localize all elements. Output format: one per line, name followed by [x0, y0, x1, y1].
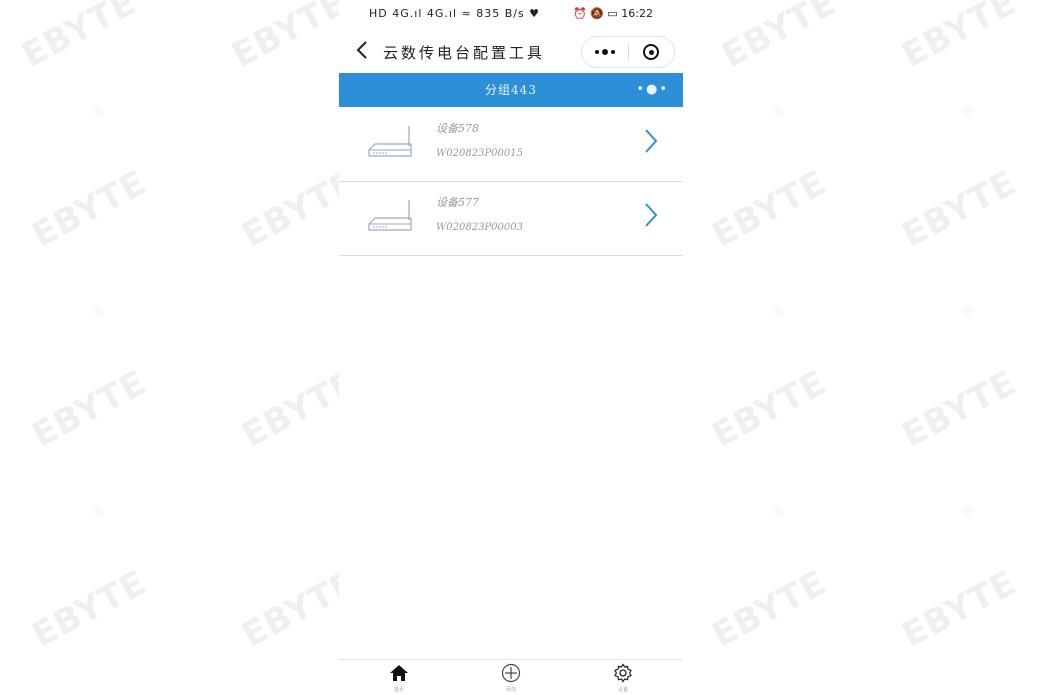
watermark-text: EBYTE — [895, 562, 1024, 656]
chevron-right-icon — [645, 129, 658, 153]
registered-mark: ® — [958, 101, 978, 123]
registered-mark: ® — [88, 101, 108, 123]
tab-home[interactable]: 首页 — [369, 660, 429, 695]
registered-mark: ® — [958, 301, 978, 323]
tab-add[interactable]: 添加 — [481, 660, 541, 695]
registered-mark: ® — [88, 501, 108, 523]
device-name: 设备577 — [436, 196, 479, 209]
watermark-logo: ® EBYTE — [672, 301, 847, 477]
nav-bar: 云数传电台配置工具 — [339, 34, 683, 70]
watermark-logo: ® EBYTE — [672, 101, 847, 277]
chevron-left-icon — [356, 41, 367, 59]
status-bar: HD 4G.ıl 4G.ıl ≈ 835 B/s ♥ ⏰ 🔕 ▭ 16:22 — [339, 0, 683, 30]
back-button[interactable] — [351, 38, 375, 62]
device-serial: W020823P00003 — [436, 222, 523, 233]
watermark-text: EBYTE — [705, 362, 834, 456]
watermark-text: EBYTE — [225, 0, 354, 76]
watermark-logo: ® EBYTE — [0, 501, 168, 677]
mini-program-capsule — [581, 36, 675, 68]
status-bar-right: ⏰ 🔕 ▭ 16:22 — [573, 7, 653, 20]
device-name: 设备578 — [436, 122, 479, 135]
watermark-text: EBYTE — [705, 162, 834, 256]
watermark-text: EBYTE — [15, 0, 144, 76]
watermark-logo: EBYTE — [862, 0, 1037, 96]
gear-icon — [614, 663, 632, 683]
phone-screen: HD 4G.ıl 4G.ıl ≈ 835 B/s ♥ ⏰ 🔕 ▭ 16:22 云… — [339, 0, 683, 695]
device-list-item[interactable]: 设备578 W020823P00015 — [339, 108, 683, 182]
target-close-icon-dot — [649, 50, 654, 55]
screen: EBYTE EBYTE EBYTE EBYTE ® EBYTE EBYTE ® EB… — [0, 0, 1041, 695]
group-header: 分组443 •●• — [339, 73, 683, 107]
more-dots-icon — [595, 49, 615, 55]
watermark-logo: ® EBYTE — [0, 301, 168, 477]
registered-mark: ® — [88, 301, 108, 323]
watermark-logo: EBYTE — [0, 0, 158, 96]
tab-add-label: 添加 — [505, 687, 516, 693]
watermark-logo: EBYTE — [682, 0, 857, 96]
watermark-text: EBYTE — [25, 562, 154, 656]
home-icon — [390, 665, 408, 681]
plus-circle-icon — [501, 663, 521, 683]
watermark-text: EBYTE — [895, 162, 1024, 256]
chevron-right-icon — [645, 203, 658, 227]
registered-mark: ® — [768, 101, 788, 123]
watermark-logo: ® EBYTE — [862, 101, 1037, 277]
watermark-text: EBYTE — [895, 362, 1024, 456]
tab-settings[interactable]: 设置 — [593, 660, 653, 695]
device-list-item[interactable]: 设备577 W020823P00003 — [339, 182, 683, 256]
status-bar-left: HD 4G.ıl 4G.ıl ≈ 835 B/s ♥ — [369, 7, 541, 20]
device-serial: W020823P00015 — [436, 148, 523, 159]
tab-bar: 首页 添加 设置 — [339, 659, 683, 695]
registered-mark: ® — [958, 501, 978, 523]
watermark-text: EBYTE — [25, 162, 154, 256]
group-title: 分组443 — [485, 83, 537, 97]
router-icon — [368, 126, 412, 157]
watermark-text: EBYTE — [715, 0, 844, 76]
registered-mark: ® — [768, 501, 788, 523]
registered-mark: ® — [768, 301, 788, 323]
watermark-text: EBYTE — [25, 362, 154, 456]
tab-home-label: 首页 — [393, 687, 404, 693]
group-menu-button[interactable]: •●• — [636, 73, 669, 107]
watermark-text: EBYTE — [895, 0, 1024, 76]
watermark-logo: ® EBYTE — [862, 501, 1037, 677]
watermark-logo: ® EBYTE — [672, 501, 847, 677]
more-button[interactable] — [582, 37, 628, 67]
page-title: 云数传电台配置工具 — [383, 44, 546, 62]
tab-settings-label: 设置 — [617, 687, 628, 693]
router-icon — [368, 200, 412, 231]
watermark-logo: ® EBYTE — [862, 301, 1037, 477]
close-button[interactable] — [629, 37, 674, 67]
watermark-text: EBYTE — [705, 562, 834, 656]
watermark-logo: ® EBYTE — [0, 101, 168, 277]
